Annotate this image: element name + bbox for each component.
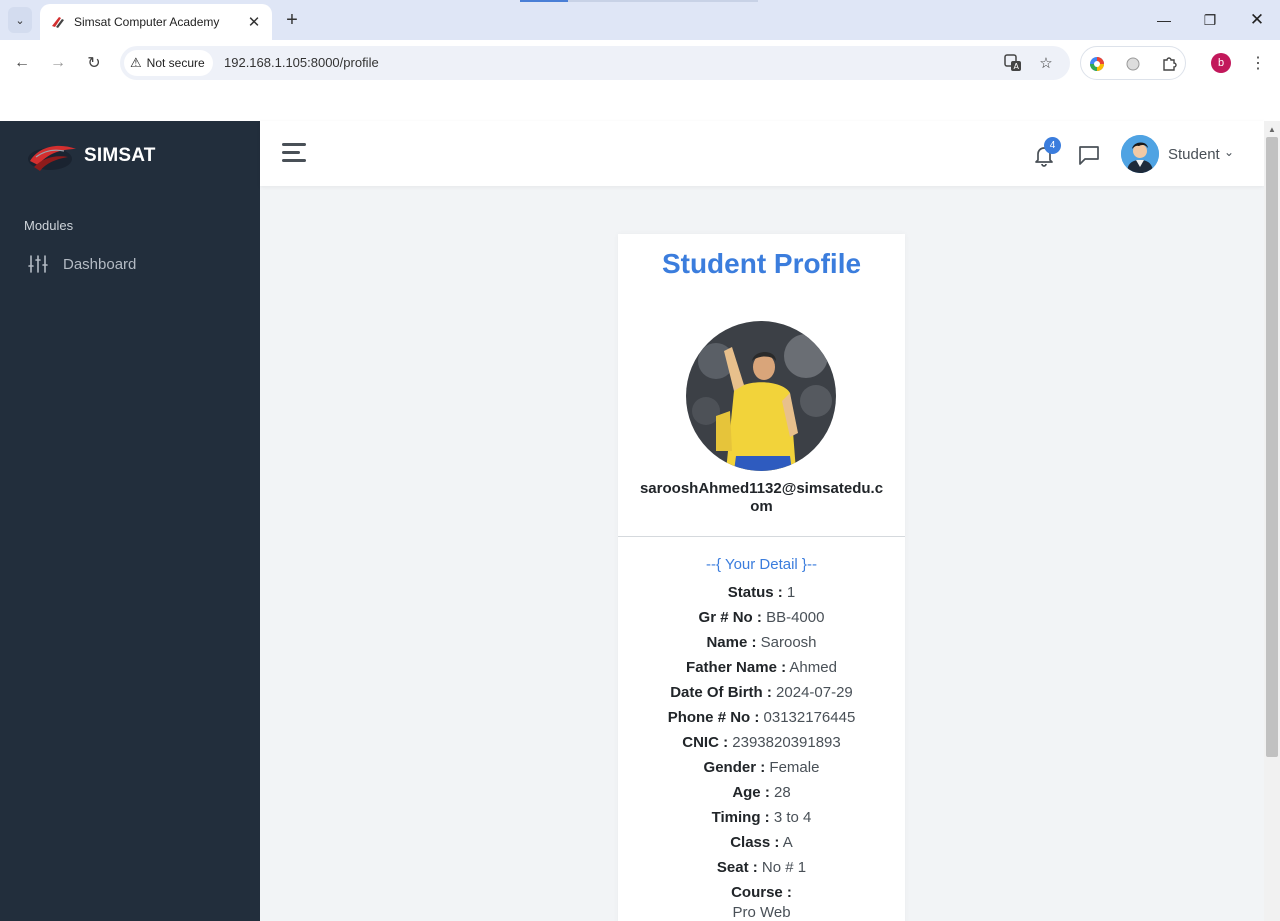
detail-row-age: Age : 28: [618, 783, 905, 808]
security-chip[interactable]: ⚠ Not secure: [124, 50, 213, 76]
detail-row-father-name: Father Name : Ahmed: [618, 658, 905, 683]
tab-indicator: [568, 0, 758, 2]
top-navbar: 4 Student ⌄: [260, 121, 1264, 186]
detail-value: A: [782, 834, 793, 851]
detail-key: Phone # No :: [667, 709, 760, 726]
back-icon[interactable]: ←: [9, 50, 35, 76]
star-icon[interactable]: ☆: [1035, 52, 1057, 74]
browser-toolbar: ← → ↻ ⚠ Not secure 192.168.1.105:8000/pr…: [0, 40, 1280, 86]
brand-name: SIMSAT: [84, 145, 156, 166]
profile-photo: [686, 321, 836, 471]
detail-row-seat: Seat : No # 1: [618, 858, 905, 883]
profile-email: sarooshAhmed1132@simsatedu.com: [639, 480, 884, 515]
scrollbar-thumb[interactable]: [1266, 137, 1278, 757]
detail-row-status: Status : 1: [618, 583, 905, 608]
browser-tab[interactable]: Simsat Computer Academy ✕: [40, 4, 272, 40]
detail-row-class: Class : A: [618, 833, 905, 858]
sidebar: SIMSAT Modules Dashboard: [0, 121, 260, 921]
page-top-blank: [0, 86, 1280, 121]
brand-logo: [28, 145, 76, 171]
detail-row-date-of-birth: Date Of Birth : 2024-07-29: [618, 683, 905, 708]
detail-key: Course :: [731, 884, 792, 901]
scroll-up-icon[interactable]: ▲: [1268, 125, 1276, 134]
security-label: Not secure: [146, 56, 205, 70]
detail-value: Female: [769, 759, 820, 776]
notification-badge: 4: [1044, 137, 1061, 154]
detail-row-timing: Timing : 3 to 4: [618, 808, 905, 833]
detail-heading: --{ Your Detail }--: [706, 556, 817, 573]
detail-value: 1: [786, 584, 796, 601]
divider: [618, 536, 905, 537]
sliders-icon: [28, 255, 48, 273]
hamburger-icon[interactable]: [282, 143, 306, 163]
sidebar-header: Modules: [24, 218, 74, 233]
svg-text:A: A: [1014, 62, 1020, 71]
detail-value: No # 1: [761, 859, 807, 876]
detail-row-cnic: CNIC : 2393820391893: [618, 733, 905, 758]
detail-key: CNIC :: [682, 734, 729, 751]
page-title: Student Profile: [661, 248, 862, 279]
detail-row-gender: Gender : Female: [618, 758, 905, 783]
detail-key: Gender :: [703, 759, 766, 776]
puzzle-icon[interactable]: [1159, 54, 1179, 74]
site-favicon-icon: [52, 17, 64, 28]
detail-key: Status :: [727, 584, 783, 601]
detail-value: 03132176445: [763, 709, 856, 726]
close-icon[interactable]: ✕: [244, 12, 264, 32]
detail-value: 3 to 4: [773, 809, 812, 826]
browser-tab-strip: ⌄ Simsat Computer Academy ✕ + — ❐ ✕: [0, 0, 1280, 40]
detail-row-phone: Phone # No : 03132176445: [618, 708, 905, 733]
reload-icon[interactable]: ↻: [81, 50, 107, 76]
student-profile-card: Student Profile sarooshAhmed1132@simsate…: [618, 234, 905, 921]
tab-indicator: [520, 0, 568, 2]
detail-value: 28: [773, 784, 791, 801]
sidebar-item-dashboard[interactable]: Dashboard: [0, 251, 260, 277]
chevron-down-icon[interactable]: ⌄: [1224, 145, 1234, 159]
detail-key: Father Name :: [686, 659, 787, 676]
forward-icon[interactable]: →: [45, 50, 71, 76]
detail-key: Name :: [706, 634, 757, 651]
url-text[interactable]: 192.168.1.105:8000/profile: [224, 55, 379, 70]
detail-value: Ahmed: [789, 659, 837, 676]
avatar[interactable]: [1121, 135, 1159, 173]
detail-key: Date Of Birth :: [670, 684, 772, 701]
detail-row-gr-no: Gr # No : BB-4000: [618, 608, 905, 633]
detail-key: Timing :: [711, 809, 770, 826]
sidebar-item-label: Dashboard: [63, 255, 137, 273]
tab-title: Simsat Computer Academy: [74, 15, 220, 29]
warning-icon: ⚠: [130, 55, 142, 70]
extension-color-icon[interactable]: [1087, 54, 1107, 74]
brand[interactable]: SIMSAT: [26, 139, 156, 173]
detail-row-name: Name : Saroosh: [618, 633, 905, 658]
address-bar[interactable]: ⚠ Not secure 192.168.1.105:8000/profile …: [120, 46, 1070, 80]
detail-value: 2024-07-29: [776, 684, 853, 701]
new-tab-icon[interactable]: +: [280, 8, 304, 32]
detail-key: Age :: [732, 784, 770, 801]
menu-kebab-icon[interactable]: ⋮: [1248, 52, 1268, 74]
detail-key: Gr # No :: [698, 609, 762, 626]
extensions-group: [1080, 46, 1186, 80]
detail-key: Class :: [730, 834, 780, 851]
detail-key: Seat :: [716, 859, 758, 876]
page-scrollbar[interactable]: ▲: [1264, 121, 1280, 921]
detail-value: Pro Web: [732, 904, 791, 921]
detail-row-course: Course : Pro Web: [618, 883, 905, 921]
detail-value: BB-4000: [766, 609, 825, 626]
user-menu-label[interactable]: Student: [1168, 146, 1220, 163]
browser-profile-avatar[interactable]: b: [1211, 53, 1231, 73]
detail-list: Status : 1 Gr # No : BB-4000 Name : Saro…: [618, 583, 905, 921]
restore-icon[interactable]: ❐: [1190, 6, 1230, 34]
minimize-icon[interactable]: —: [1144, 6, 1184, 34]
detail-value: 2393820391893: [732, 734, 841, 751]
translate-icon[interactable]: A: [1002, 52, 1024, 74]
extension-cloud-icon[interactable]: [1123, 54, 1143, 74]
chat-icon[interactable]: [1078, 144, 1100, 166]
detail-value: Saroosh: [760, 634, 817, 651]
tab-list-icon[interactable]: ⌄: [8, 7, 32, 33]
window-close-icon[interactable]: ✕: [1237, 6, 1277, 34]
